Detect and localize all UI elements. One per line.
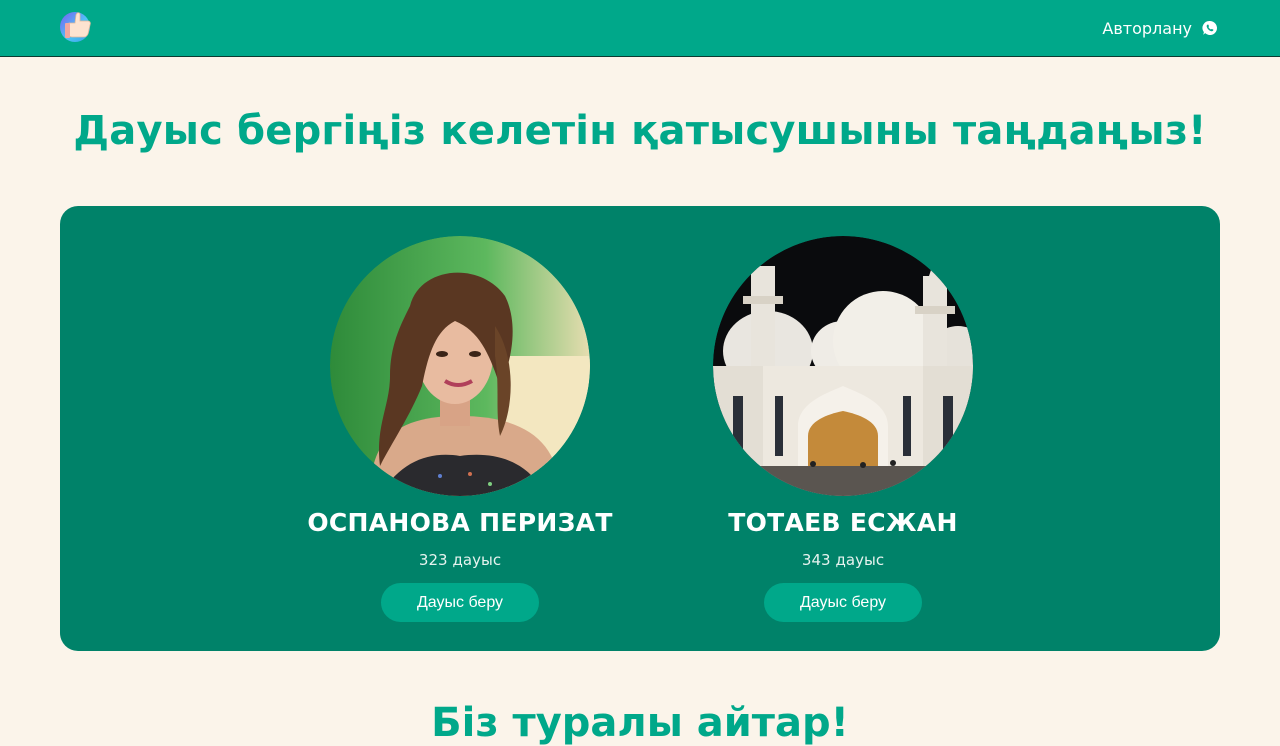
vote-count-unit: дауыс [835, 551, 885, 569]
candidate-card: ТОТАЕВ ЕСЖАН 343 дауыс Дауыс беру [683, 236, 1003, 622]
candidates-panel: ОСПАНОВА ПЕРИЗАТ 323 дауыс Дауыс беру ТО… [60, 206, 1220, 651]
candidate-photo[interactable] [713, 236, 973, 496]
candidate-photo[interactable] [330, 236, 590, 496]
thumbs-up-logo-icon[interactable] [59, 9, 93, 43]
vote-button[interactable]: Дауыс беру [764, 583, 922, 622]
candidate-name: ОСПАНОВА ПЕРИЗАТ [307, 508, 613, 537]
candidate-card: ОСПАНОВА ПЕРИЗАТ 323 дауыс Дауыс беру [300, 236, 620, 622]
vote-count-number: 343 [801, 551, 831, 569]
vote-count: 343 дауыс [802, 551, 884, 569]
vote-button[interactable]: Дауыс беру [381, 583, 539, 622]
login-link[interactable]: Авторлану [1102, 0, 1218, 56]
top-navbar: Авторлану [0, 0, 1280, 57]
page-title: Дауыс бергіңіз келетін қатысушыны таңдаң… [73, 108, 1207, 154]
login-label: Авторлану [1102, 18, 1192, 38]
whatsapp-icon [1202, 20, 1217, 35]
vote-count-unit: дауыс [452, 551, 502, 569]
vote-count: 323 дауыс [419, 551, 501, 569]
candidate-name: ТОТАЕВ ЕСЖАН [728, 508, 958, 537]
vote-count-number: 323 [418, 551, 448, 569]
section-heading: Біз туралы айтар! [431, 700, 849, 746]
